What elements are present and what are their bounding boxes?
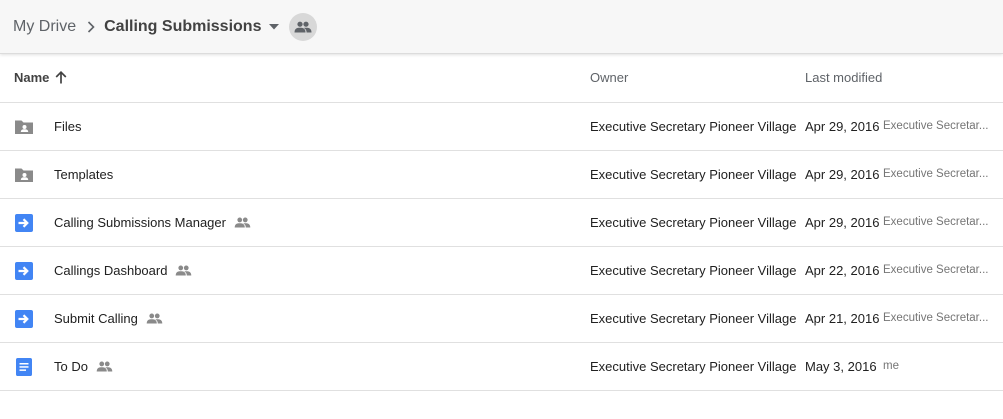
last-modified-column-header[interactable]: Last modified — [805, 70, 882, 85]
shared-people-icon — [175, 265, 192, 276]
google-form-icon — [14, 213, 34, 233]
caret-down-icon[interactable] — [269, 23, 280, 30]
file-name-label: Callings Dashboard — [54, 263, 168, 278]
owner-column-header[interactable]: Owner — [590, 70, 628, 85]
file-modified-date: Apr 29, 2016 — [805, 119, 880, 134]
file-modified-date: Apr 22, 2016 — [805, 263, 880, 278]
file-modified-by: Executive Secretar... — [883, 120, 989, 132]
file-name-label: Files — [54, 119, 82, 134]
name-column-header[interactable]: Name — [14, 70, 67, 85]
file-name-label: To Do — [54, 359, 88, 374]
breadcrumb-my-drive[interactable]: My Drive — [13, 18, 76, 36]
file-name-label: Templates — [54, 167, 114, 182]
file-name: Calling Submissions Manager — [54, 215, 251, 230]
shared-people-icon — [96, 361, 113, 372]
file-modified-by: Executive Secretar... — [883, 312, 989, 324]
people-icon — [294, 21, 312, 32]
google-form-icon — [14, 261, 34, 281]
file-name-label: Calling Submissions Manager — [54, 215, 226, 230]
shared-people-icon — [146, 313, 163, 324]
file-owner: Executive Secretary Pioneer Village — [590, 167, 797, 182]
file-name: Submit Calling — [54, 311, 163, 326]
name-header-label: Name — [14, 70, 50, 85]
file-owner: Executive Secretary Pioneer Village — [590, 311, 797, 326]
file-owner: Executive Secretary Pioneer Village — [590, 119, 797, 134]
shared-people-icon — [234, 217, 251, 228]
shared-with-people-button[interactable] — [289, 12, 318, 41]
file-name-label: Submit Calling — [54, 311, 138, 326]
google-form-icon — [14, 309, 34, 329]
column-header-row: Name Owner Last modified — [0, 54, 1003, 103]
file-name: Templates — [54, 167, 113, 182]
file-row[interactable]: To Do Executive Secretary Pioneer Village… — [0, 343, 1003, 391]
file-modified-date: Apr 21, 2016 — [805, 311, 880, 326]
file-row[interactable]: Templates Executive Secretary Pioneer Vil… — [0, 151, 1003, 199]
file-modified-by: Executive Secretar... — [883, 216, 989, 228]
file-name: To Do — [54, 359, 113, 374]
file-owner: Executive Secretary Pioneer Village — [590, 263, 797, 278]
file-name: Callings Dashboard — [54, 263, 192, 278]
file-row[interactable]: Files Executive Secretary Pioneer Village… — [0, 103, 1003, 151]
shared-folder-icon — [14, 165, 34, 185]
breadcrumb-bar: My Drive Calling Submissions — [0, 0, 1003, 54]
arrow-up-sort-icon[interactable] — [55, 71, 67, 84]
file-name: Files — [54, 119, 81, 134]
chevron-right-icon — [87, 20, 95, 33]
file-modified-by: Executive Secretar... — [883, 168, 989, 180]
file-owner: Executive Secretary Pioneer Village — [590, 215, 797, 230]
file-row[interactable]: Submit Calling Executive Secretary Pionee… — [0, 295, 1003, 343]
breadcrumb-current-folder[interactable]: Calling Submissions — [104, 18, 261, 36]
file-modified-by: me — [883, 360, 899, 372]
file-row[interactable]: Calling Submissions Manager Executive Sec… — [0, 199, 1003, 247]
shared-folder-icon — [14, 117, 34, 137]
google-doc-icon — [14, 357, 34, 377]
file-modified-date: May 3, 2016 — [805, 359, 877, 374]
file-list: Files Executive Secretary Pioneer Village… — [0, 103, 1003, 391]
file-modified-date: Apr 29, 2016 — [805, 215, 880, 230]
file-row[interactable]: Callings Dashboard Executive Secretary Pi… — [0, 247, 1003, 295]
file-owner: Executive Secretary Pioneer Village — [590, 359, 797, 374]
file-modified-by: Executive Secretar... — [883, 264, 989, 276]
file-modified-date: Apr 29, 2016 — [805, 167, 880, 182]
